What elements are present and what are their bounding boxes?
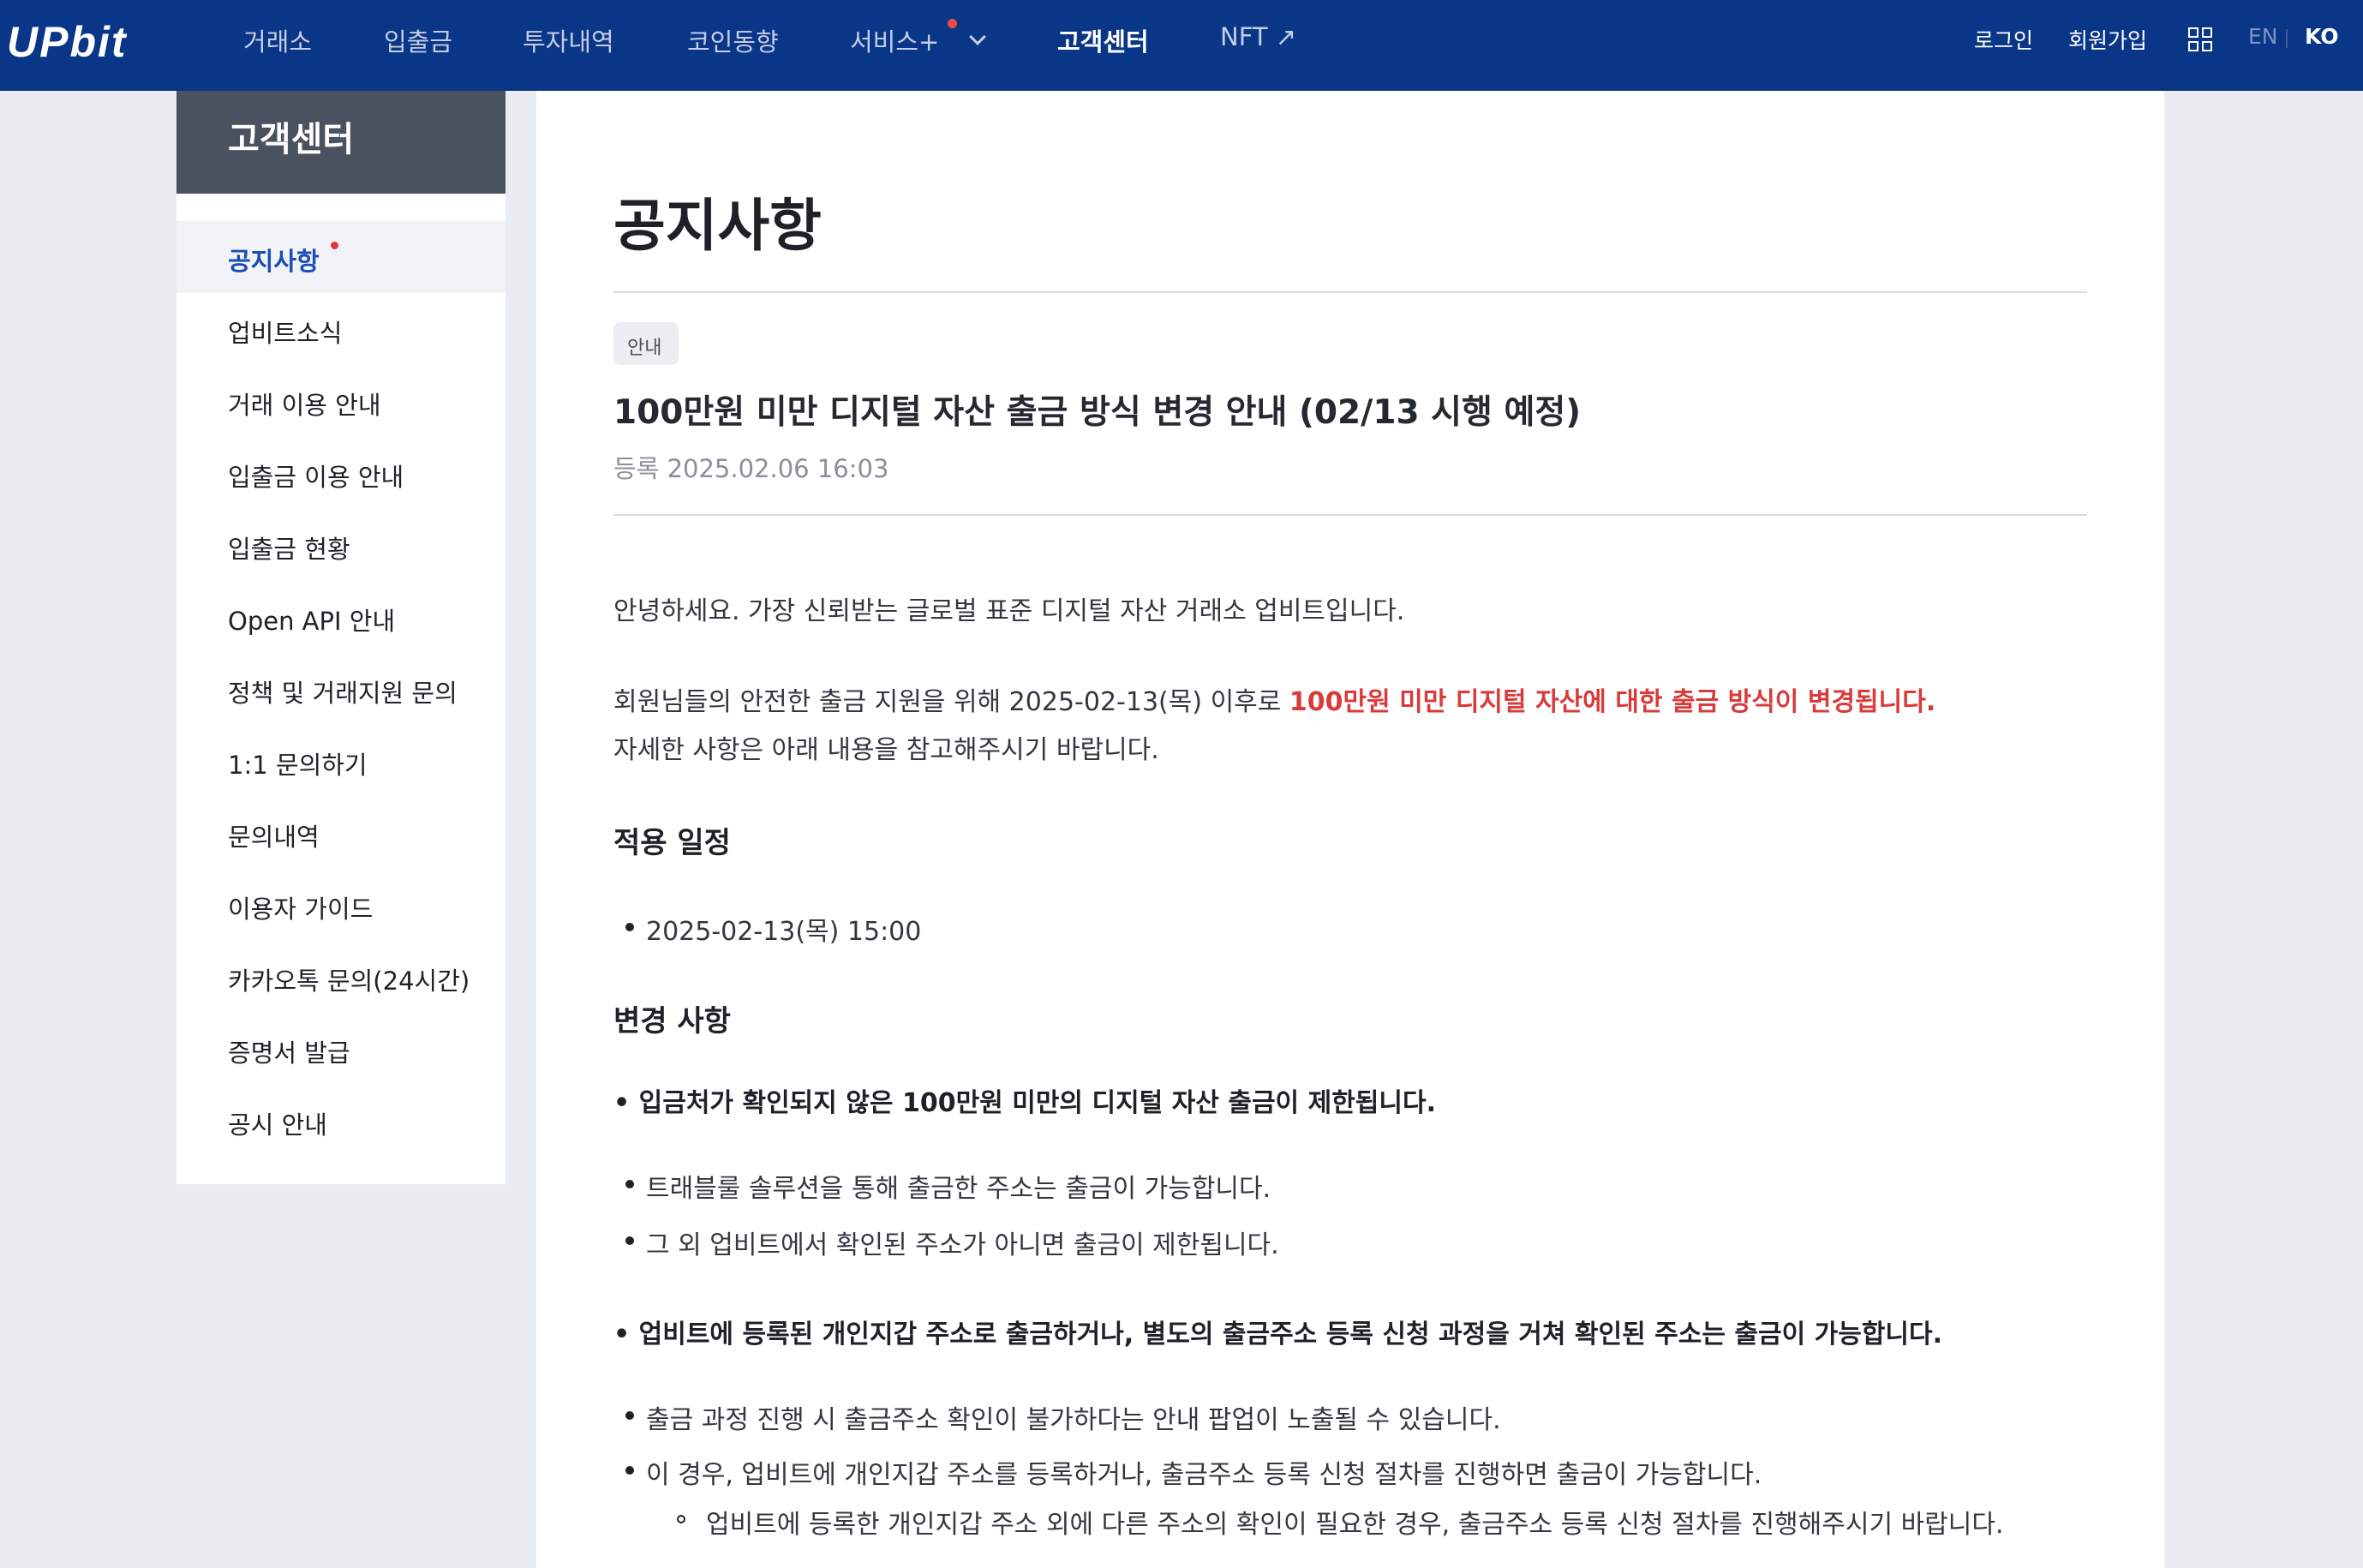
login-link[interactable]: 로그인: [1974, 24, 2033, 55]
sidebar-item-label: 정책 및 거래지원 문의: [228, 679, 458, 708]
lang-ko[interactable]: KO: [2305, 24, 2339, 49]
notice-line-prefix: 회원님들의 안전한 출금 지원을 위해 2025-02-13(목) 이후로: [613, 687, 1289, 717]
section-changes-heading: 변경 사항: [613, 1004, 731, 1038]
lang-en[interactable]: EN: [2248, 24, 2278, 49]
top-nav-bar: UPbit 거래소 입출금 투자내역 코인동향 서비스+ 고객센터 NFT ↗ …: [0, 0, 2363, 91]
list-item: 출금 과정 진행 시 출금주소 확인이 불가하다는 안내 팝업이 노출될 수 있…: [625, 1398, 1501, 1436]
list-item-text: 그 외 업비트에서 확인된 주소가 아니면 출금이 제한됩니다.: [646, 1230, 1279, 1260]
sub-bullet-icon: [677, 1515, 685, 1523]
change-point-1: • 입금처가 확인되지 않은 100만원 미만의 디지털 자산 출금이 제한됩니…: [613, 1088, 1436, 1118]
nav-nft[interactable]: NFT ↗: [1220, 22, 1296, 51]
sidebar-item-label: 카카오톡 문의(24시간): [228, 967, 470, 996]
sidebar-item-label: 거래 이용 안내: [228, 391, 381, 420]
sidebar-item-label: 이용자 가이드: [228, 895, 374, 924]
bullet-icon: [625, 1466, 634, 1475]
nav-coin-trends[interactable]: 코인동향: [687, 22, 779, 58]
category-badge: 안내: [613, 322, 679, 365]
list-item: 그 외 업비트에서 확인된 주소가 아니면 출금이 제한됩니다.: [625, 1224, 1279, 1261]
category-badge-label: 안내: [627, 338, 662, 359]
bullet-icon: [625, 1180, 634, 1188]
sidebar-item-label: 입출금 현황: [228, 535, 350, 564]
sidebar-item-deposit-guide[interactable]: 입출금 이용 안내: [176, 437, 506, 509]
nav-customer-center[interactable]: 고객센터: [1057, 22, 1149, 58]
list-item: 이 경우, 업비트에 개인지갑 주소를 등록하거나, 출금주소 등록 신청 절차…: [625, 1453, 1762, 1491]
nav-deposit-withdraw[interactable]: 입출금: [384, 22, 452, 58]
notice-new-dot: [331, 242, 338, 249]
sidebar-item-one-on-one[interactable]: 1:1 문의하기: [176, 725, 506, 797]
sidebar-item-label: Open API 안내: [228, 607, 396, 636]
sidebar-item-upbit-news[interactable]: 업비트소식: [176, 293, 506, 365]
app-grid-icon[interactable]: [2188, 27, 2212, 51]
sidebar-title: 고객센터: [228, 120, 355, 159]
list-item-text: 출금 과정 진행 시 출금주소 확인이 불가하다는 안내 팝업이 노출될 수 있…: [646, 1405, 1501, 1435]
services-new-dot: [948, 19, 957, 28]
nav-investments[interactable]: 투자내역: [523, 22, 614, 58]
bullet-icon: [625, 923, 634, 931]
reference-text: 자세한 사항은 아래 내용을 참고해주시기 바랍니다.: [613, 735, 1159, 765]
section-schedule-heading: 적용 일정: [613, 826, 731, 860]
sidebar-item-disclosure[interactable]: 공시 안내: [176, 1085, 506, 1157]
header-divider: [613, 514, 2087, 516]
sidebar-item-label: 증명서 발급: [228, 1038, 350, 1068]
sidebar-item-label: 공지사항: [228, 247, 320, 276]
sidebar-item-user-guide[interactable]: 이용자 가이드: [176, 869, 506, 941]
notice-highlight: 100만원 미만 디지털 자산에 대한 출금 방식이 변경됩니다.: [1289, 687, 1936, 717]
sidebar-item-certificate[interactable]: 증명서 발급: [176, 1013, 506, 1085]
change-point-2: • 업비트에 등록된 개인지갑 주소로 출금하거나, 별도의 출금주소 등록 신…: [613, 1320, 1943, 1350]
signup-link[interactable]: 회원가입: [2068, 24, 2147, 55]
list-item-text: 트래블룰 솔루션을 통해 출금한 주소는 출금이 가능합니다.: [646, 1174, 1271, 1204]
notice-content-panel: 공지사항 안내 100만원 미만 디지털 자산 출금 방식 변경 안내 (02/…: [536, 91, 2164, 1568]
sidebar-item-label: 문의내역: [228, 823, 320, 852]
intro-text: 안녕하세요. 가장 신뢰받는 글로벌 표준 디지털 자산 거래소 업비트입니다.: [613, 596, 1405, 626]
sidebar-menu: 공지사항 업비트소식 거래 이용 안내 입출금 이용 안내 입출금 현황 Ope…: [176, 194, 506, 1184]
sub-list-item-text: 업비트에 등록한 개인지갑 주소 외에 다른 주소의 확인이 필요한 경우, 출…: [706, 1510, 2004, 1540]
sidebar-item-label: 입출금 이용 안내: [228, 463, 404, 492]
list-item-text: 이 경우, 업비트에 개인지갑 주소를 등록하거나, 출금주소 등록 신청 절차…: [646, 1460, 1762, 1490]
list-item: 2025-02-13(목) 15:00: [625, 910, 922, 948]
sub-list-item: 업비트에 등록한 개인지갑 주소 외에 다른 주소의 확인이 필요한 경우, 출…: [677, 1503, 2004, 1541]
sidebar-item-open-api[interactable]: Open API 안내: [176, 581, 506, 653]
upbit-logo[interactable]: UPbit: [7, 17, 128, 67]
sidebar-item-label: 업비트소식: [228, 319, 343, 348]
page-title: 공지사항: [613, 193, 822, 259]
chevron-down-icon[interactable]: [969, 28, 986, 45]
sidebar-item-inquiry-history[interactable]: 문의내역: [176, 797, 506, 869]
sidebar-item-deposit-status[interactable]: 입출금 현황: [176, 509, 506, 581]
nav-services[interactable]: 서비스+: [850, 22, 939, 58]
list-item: 트래블룰 솔루션을 통해 출금한 주소는 출금이 가능합니다.: [625, 1167, 1271, 1205]
post-date: 등록 2025.02.06 16:03: [613, 454, 889, 483]
schedule-date: 2025-02-13(목) 15:00: [646, 917, 922, 947]
post-title: 100만원 미만 디지털 자산 출금 방식 변경 안내 (02/13 시행 예정…: [613, 393, 1582, 432]
bullet-icon: [625, 1411, 634, 1420]
notice-line: 회원님들의 안전한 출금 지원을 위해 2025-02-13(목) 이후로 10…: [613, 680, 1935, 718]
sidebar-header: 고객센터: [176, 91, 506, 194]
sidebar-item-label: 1:1 문의하기: [228, 751, 368, 780]
sidebar-item-kakaotalk[interactable]: 카카오톡 문의(24시간): [176, 941, 506, 1013]
lang-divider: [2286, 29, 2288, 48]
sidebar-item-trading-guide[interactable]: 거래 이용 안내: [176, 365, 506, 437]
bullet-icon: [625, 1236, 634, 1245]
title-divider: [613, 291, 2087, 293]
sidebar-item-label: 공시 안내: [228, 1110, 327, 1140]
sidebar-item-notice[interactable]: 공지사항: [176, 221, 506, 293]
sidebar-item-policy-inquiry[interactable]: 정책 및 거래지원 문의: [176, 653, 506, 725]
nav-exchange[interactable]: 거래소: [243, 22, 312, 58]
